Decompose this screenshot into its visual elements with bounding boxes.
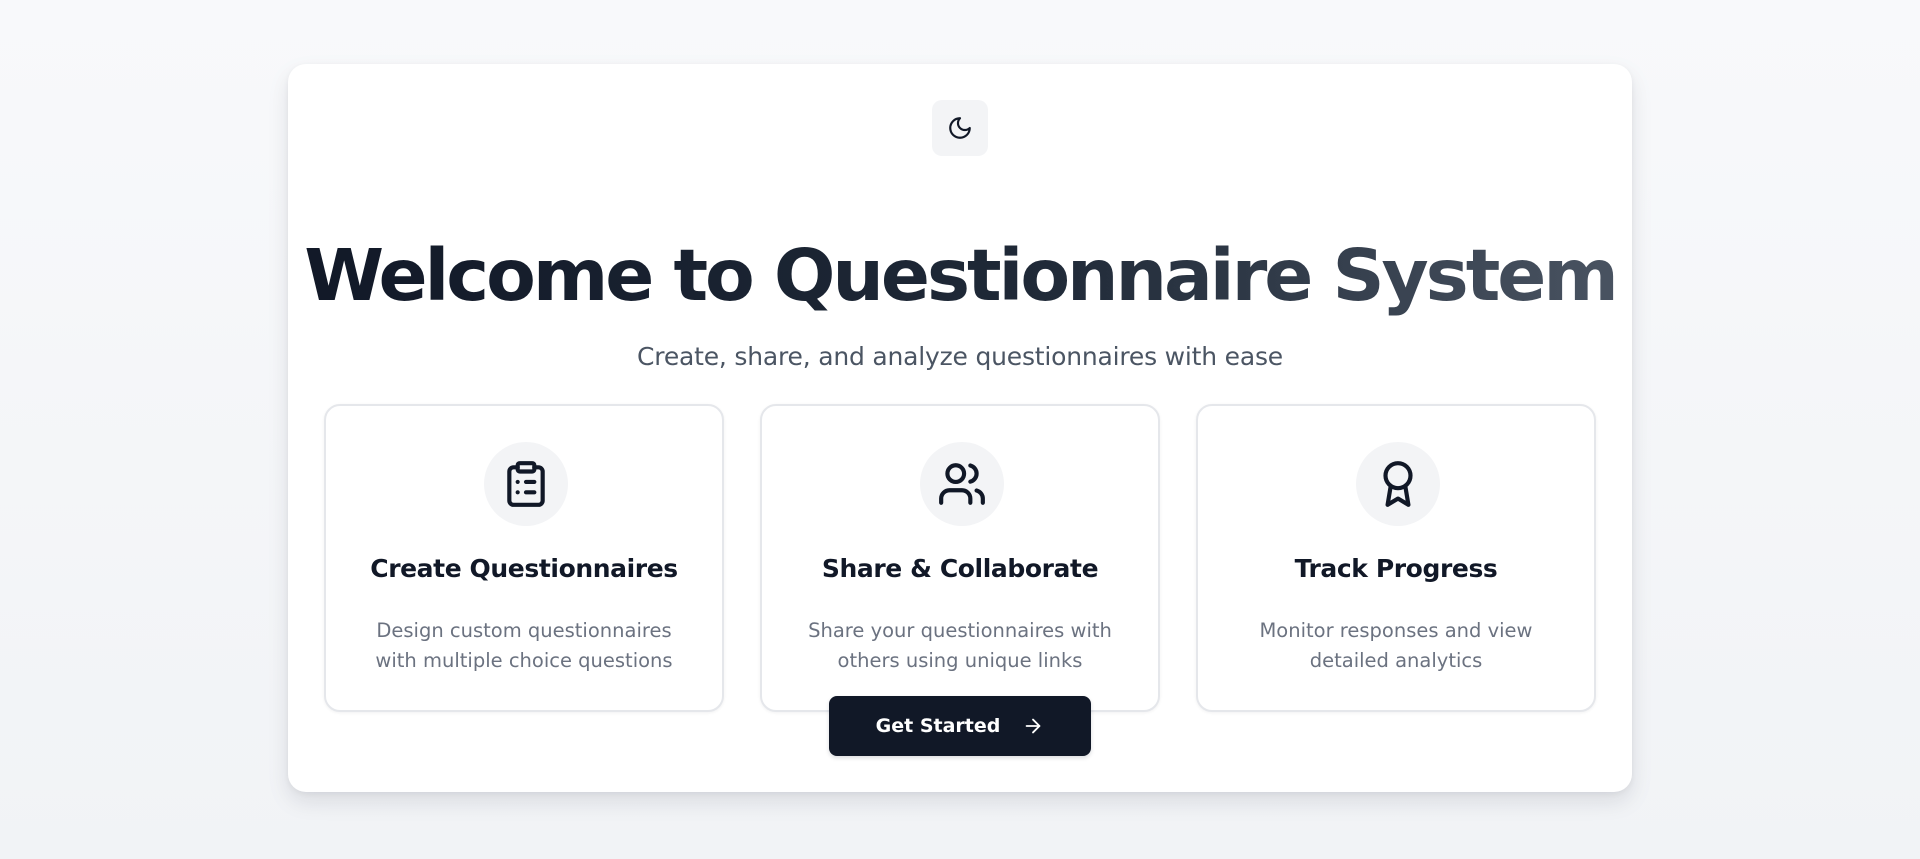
moon-icon bbox=[949, 117, 971, 139]
page-title: Welcome to Questionnaire System bbox=[275, 234, 1646, 318]
feature-description: Share your questionnaires with others us… bbox=[808, 619, 1112, 672]
feature-title: Create Questionnaires bbox=[370, 554, 678, 583]
arrow-right-icon bbox=[1026, 718, 1041, 734]
award-icon bbox=[1383, 461, 1413, 507]
feature-description: Design custom questionnaires with multip… bbox=[375, 619, 673, 672]
feature-cards: Create Questionnaires Design custom ques… bbox=[324, 404, 1596, 714]
feature-description: Monitor responses and view detailed anal… bbox=[1259, 619, 1533, 672]
welcome-card: Welcome to Questionnaire System Create, … bbox=[288, 64, 1632, 792]
feature-card-track: Track Progress Monitor responses and vie… bbox=[1196, 404, 1596, 712]
feature-title: Track Progress bbox=[1294, 554, 1498, 583]
users-icon bbox=[939, 463, 985, 505]
feature-icon-circle bbox=[920, 442, 1004, 526]
theme-toggle-button[interactable] bbox=[932, 100, 988, 156]
get-started-label: Get Started bbox=[875, 715, 1001, 737]
get-started-button[interactable]: Get Started bbox=[829, 696, 1091, 756]
clipboard-list-icon bbox=[507, 461, 545, 507]
feature-title: Share & Collaborate bbox=[821, 554, 1099, 583]
feature-icon-circle bbox=[1356, 442, 1440, 526]
page-subtitle: Create, share, and analyze questionnaire… bbox=[637, 342, 1283, 371]
feature-icon-circle bbox=[484, 442, 568, 526]
feature-card-create: Create Questionnaires Design custom ques… bbox=[324, 404, 724, 712]
feature-card-share: Share & Collaborate Share your questionn… bbox=[760, 404, 1160, 712]
